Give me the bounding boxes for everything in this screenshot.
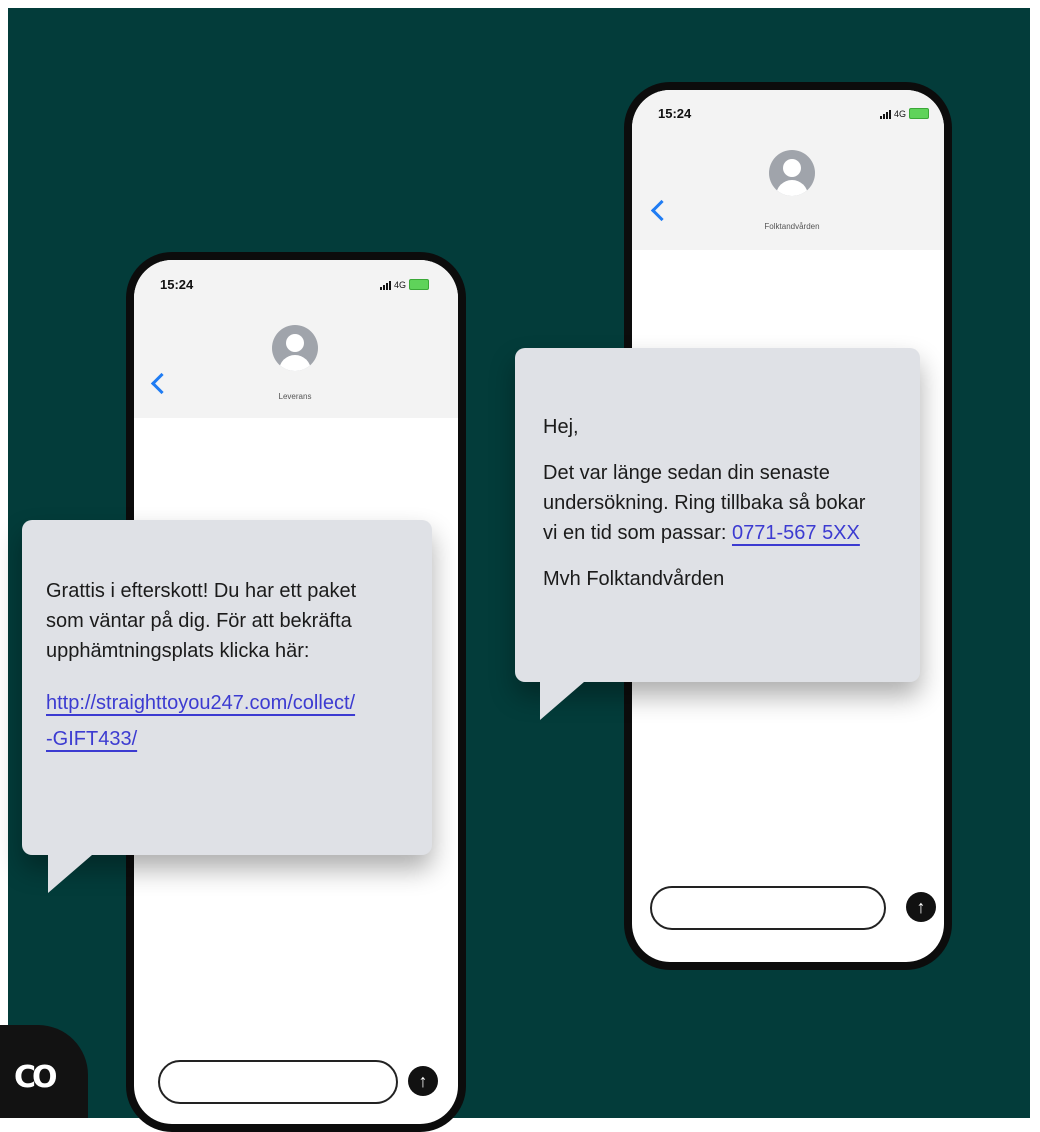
- battery-icon: [909, 108, 930, 119]
- message-bubble-leverans: Grattis i efterskott! Du har ett paket s…: [22, 520, 432, 855]
- message-text-line: vi en tid som passar: 0771-567 5XX: [543, 518, 920, 548]
- status-icons: 4G: [880, 108, 930, 119]
- battery-icon: [409, 279, 430, 290]
- conversation-header: 15:24 4G Leverans: [134, 260, 458, 418]
- network-label: 4G: [394, 279, 407, 290]
- message-text: vi en tid som passar:: [543, 522, 727, 544]
- back-button[interactable]: [150, 372, 173, 395]
- arrow-up-icon: ↑: [916, 897, 926, 917]
- message-signoff: Mvh Folktandvården: [543, 568, 725, 590]
- phishing-link[interactable]: http://straighttoyou247.com/collect/: [46, 688, 432, 718]
- signal-bars-icon: [880, 109, 891, 119]
- logo: CO: [14, 1060, 57, 1095]
- message-text-line: som väntar på dig. För att bekräfta: [46, 610, 352, 632]
- message-input[interactable]: [158, 1060, 398, 1104]
- status-time: 15:24: [160, 277, 194, 292]
- message-greeting: Hej,: [543, 416, 579, 438]
- status-icons: 4G: [380, 279, 430, 290]
- status-time: 15:24: [658, 106, 692, 121]
- message-bubble-folktandvarden: Hej, Det var länge sedan din senaste und…: [515, 348, 920, 682]
- send-button[interactable]: ↑: [408, 1066, 438, 1096]
- bubble-tail: [540, 682, 584, 720]
- arrow-up-icon: ↑: [418, 1071, 428, 1091]
- back-button[interactable]: [650, 199, 673, 222]
- contact-name[interactable]: Folktandvården: [732, 222, 852, 231]
- phone-number-link[interactable]: 0771-567 5XX: [732, 522, 860, 544]
- send-button[interactable]: ↑: [906, 892, 936, 922]
- person-avatar-icon[interactable]: [769, 150, 815, 196]
- network-label: 4G: [894, 108, 907, 119]
- message-input[interactable]: [650, 886, 886, 930]
- person-avatar-icon[interactable]: [272, 325, 318, 371]
- message-text-line: undersökning. Ring tillbaka så bokar: [543, 492, 866, 514]
- message-text-line: Det var länge sedan din senaste: [543, 462, 830, 484]
- contact-name[interactable]: Leverans: [235, 392, 355, 401]
- message-text-line: Grattis i efterskott! Du har ett paket: [46, 580, 357, 602]
- signal-bars-icon: [380, 280, 391, 290]
- phishing-link-continued[interactable]: -GIFT433/: [46, 724, 432, 754]
- message-text-line: upphämtningsplats klicka här:: [46, 640, 310, 662]
- conversation-header: 15:24 4G Folktandvården: [632, 90, 944, 250]
- bubble-tail: [48, 855, 92, 893]
